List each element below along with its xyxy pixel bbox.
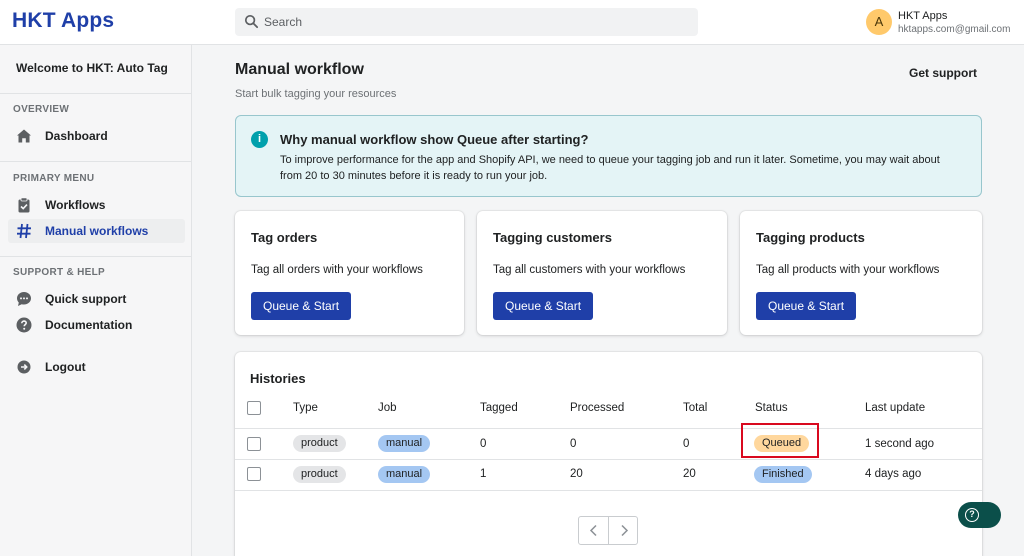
chevron-right-icon <box>621 524 629 537</box>
sidebar-item-label: Logout <box>45 360 86 374</box>
card-title: Tag orders <box>251 230 318 245</box>
app-logo[interactable]: HKT Apps <box>12 9 114 33</box>
column-header[interactable]: Tagged <box>480 402 518 414</box>
column-header[interactable]: Total <box>683 402 707 414</box>
sidebar-item-documentation[interactable]: Documentation <box>8 313 185 337</box>
card-title: Tagging customers <box>493 230 612 245</box>
card-tagging-customers: Tagging customers Tag all customers with… <box>477 211 727 335</box>
banner-title: Why manual workflow show Queue after sta… <box>280 132 589 147</box>
divider <box>0 256 191 257</box>
home-icon <box>17 129 31 143</box>
clipboard-icon <box>18 197 30 213</box>
sidebar-item-workflows[interactable]: Workflows <box>8 193 185 217</box>
section-heading-support-help: SUPPORT & HELP <box>13 267 105 278</box>
processed-cell: 0 <box>570 438 577 450</box>
info-banner: i Why manual workflow show Queue after s… <box>235 115 982 197</box>
type-badge: product <box>293 466 346 483</box>
divider <box>235 490 982 491</box>
select-all-checkbox[interactable] <box>247 401 261 415</box>
search-bar[interactable]: Search <box>235 8 698 36</box>
total-cell: 20 <box>683 468 696 480</box>
section-heading-primary-menu: PRIMARY MENU <box>13 173 95 184</box>
column-header[interactable]: Status <box>755 402 788 414</box>
processed-cell: 20 <box>570 468 583 480</box>
sidebar-item-label: Quick support <box>45 292 127 306</box>
user-menu[interactable]: A HKT Apps hktapps.com@gmail.com <box>866 8 1024 38</box>
sidebar-item-quick-support[interactable]: Quick support <box>8 287 185 311</box>
avatar: A <box>866 9 892 35</box>
sidebar-item-dashboard[interactable]: Dashboard <box>8 124 185 148</box>
sidebar-item-label: Workflows <box>45 198 106 212</box>
column-header[interactable]: Processed <box>570 402 624 414</box>
column-header[interactable]: Job <box>378 402 397 414</box>
next-page-button[interactable] <box>609 517 639 544</box>
pagination <box>578 516 638 545</box>
tagged-cell: 0 <box>480 438 487 450</box>
total-cell: 0 <box>683 438 690 450</box>
section-heading-overview: OVERVIEW <box>13 104 70 115</box>
page-title: Manual workflow <box>235 61 364 78</box>
card-description: Tag all products with your workflows <box>756 264 940 276</box>
divider <box>0 93 191 94</box>
row-checkbox[interactable] <box>247 437 261 451</box>
previous-page-button[interactable] <box>579 517 609 544</box>
status-badge: Finished <box>754 466 812 483</box>
queue-start-customers-button[interactable]: Queue & Start <box>493 292 594 320</box>
divider <box>235 459 982 460</box>
help-icon: ? <box>965 508 979 522</box>
job-badge: manual <box>378 435 431 452</box>
hash-icon <box>17 223 31 239</box>
divider <box>235 428 982 429</box>
histories-title: Histories <box>250 371 306 386</box>
logout-icon <box>17 360 31 374</box>
user-name: HKT Apps <box>898 10 948 22</box>
queue-start-products-button[interactable]: Queue & Start <box>756 292 857 320</box>
chevron-left-icon <box>589 524 597 537</box>
column-header[interactable]: Last update <box>865 402 925 414</box>
divider <box>0 161 191 162</box>
card-tagging-products: Tagging products Tag all products with y… <box>740 211 982 335</box>
sidebar-item-label: Dashboard <box>45 129 108 143</box>
search-input[interactable]: Search <box>264 15 302 29</box>
card-description: Tag all orders with your workflows <box>251 264 423 276</box>
sidebar-item-label: Manual workflows <box>45 224 149 238</box>
highlight-box <box>741 423 819 458</box>
last-update-cell: 1 second ago <box>865 438 935 450</box>
tagged-cell: 1 <box>480 468 487 480</box>
queue-start-orders-button[interactable]: Queue & Start <box>251 292 352 320</box>
card-description: Tag all customers with your workflows <box>493 264 686 276</box>
question-icon <box>16 317 32 333</box>
info-icon: i <box>251 131 268 148</box>
row-checkbox[interactable] <box>247 467 261 481</box>
type-badge: product <box>293 435 346 452</box>
get-support-button[interactable]: Get support <box>909 66 977 80</box>
help-button[interactable]: ? <box>958 502 1001 528</box>
card-title: Tagging products <box>756 230 865 245</box>
top-bar: HKT Apps Search A HKT Apps hktapps.com@g… <box>0 0 1024 45</box>
last-update-cell: 4 days ago <box>865 468 922 480</box>
chat-icon <box>17 292 31 306</box>
user-email: hktapps.com@gmail.com <box>898 24 1011 35</box>
sidebar-item-logout[interactable]: Logout <box>8 355 185 379</box>
column-header[interactable]: Type <box>293 402 318 414</box>
sidebar-item-label: Documentation <box>45 318 133 332</box>
banner-body: To improve performance for the app and S… <box>280 154 940 182</box>
sidebar-item-manual-workflows[interactable]: Manual workflows <box>8 219 185 243</box>
job-badge: manual <box>378 466 431 483</box>
search-icon <box>244 14 259 29</box>
page-subtitle: Start bulk tagging your resources <box>235 88 397 100</box>
card-tag-orders: Tag orders Tag all orders with your work… <box>235 211 464 335</box>
sidebar: Welcome to HKT: Auto Tag OVERVIEW Dashbo… <box>0 45 192 556</box>
sidebar-welcome: Welcome to HKT: Auto Tag <box>16 61 168 75</box>
